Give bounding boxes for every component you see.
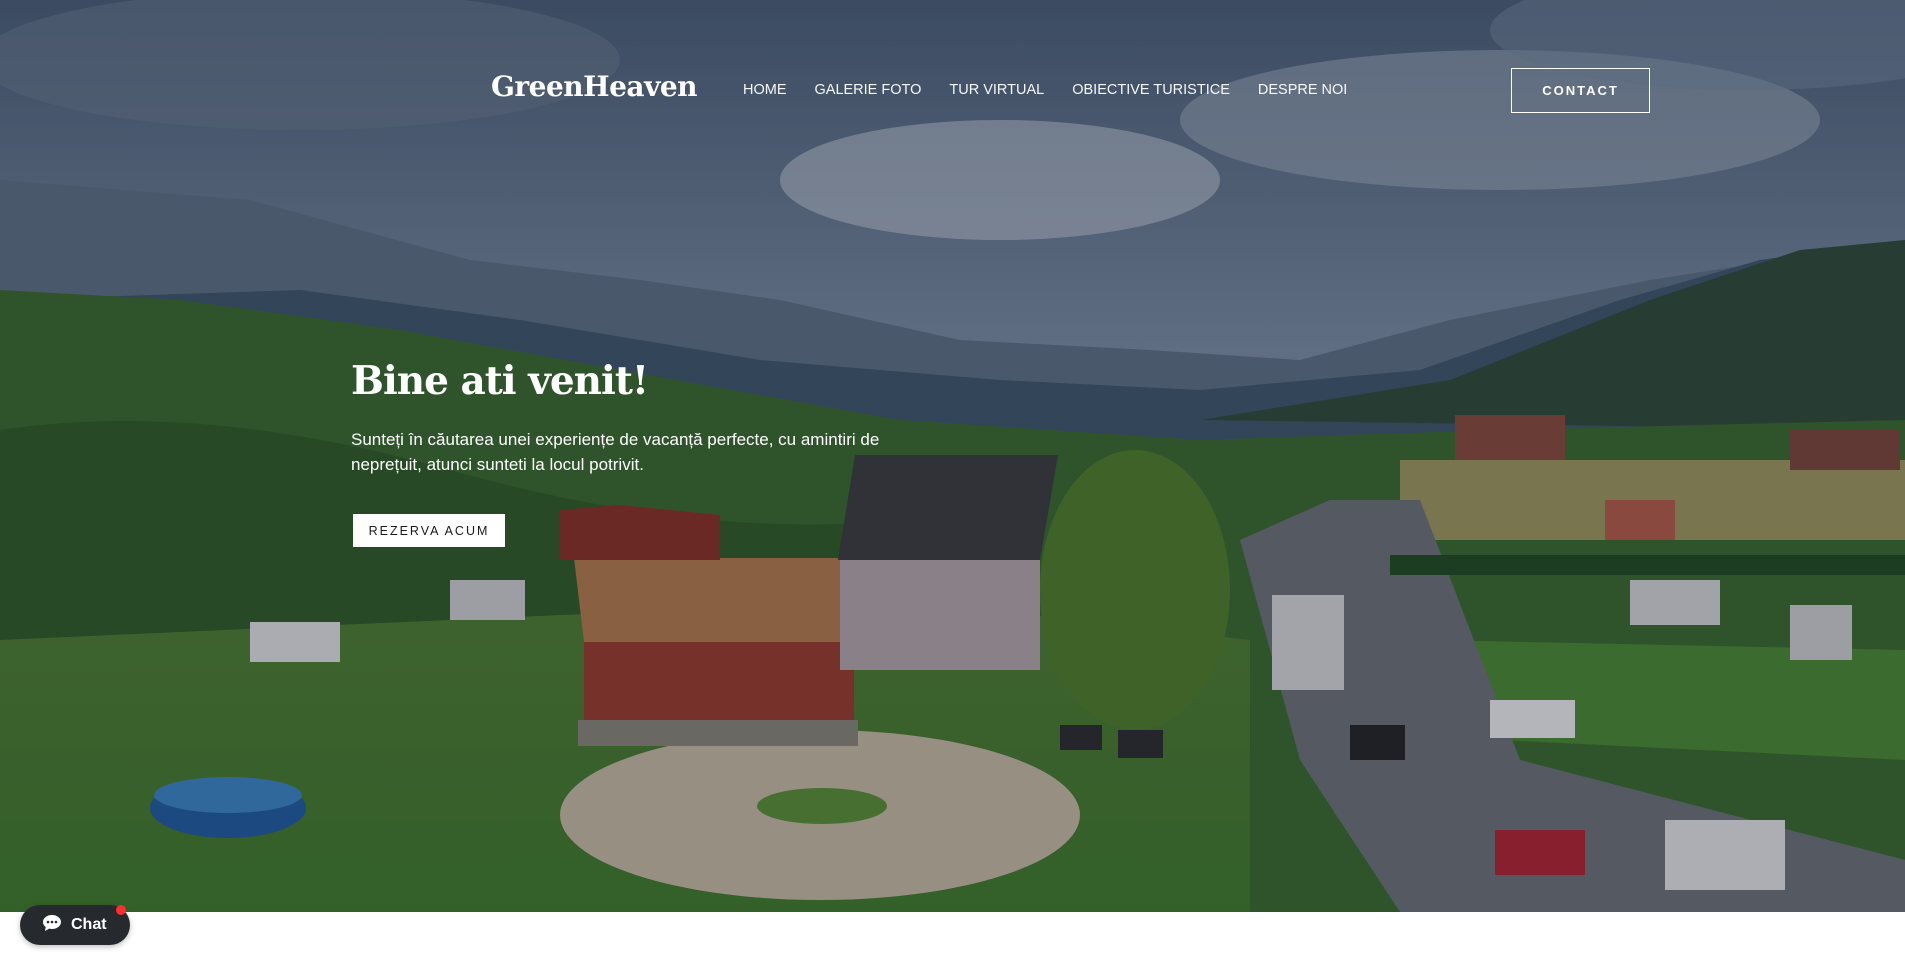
chat-notification-badge	[116, 905, 126, 915]
chat-label: Chat	[71, 916, 107, 933]
nav-item-galerie-foto[interactable]: GALERIE FOTO	[815, 82, 922, 98]
hero-title: Bine ati venit!	[351, 358, 649, 404]
main-navigation: HOME GALERIE FOTO TUR VIRTUAL OBIECTIVE …	[743, 82, 1347, 98]
chat-widget-button[interactable]: Chat	[20, 905, 130, 945]
hero-section	[0, 0, 1905, 912]
contact-button[interactable]: CONTACT	[1511, 68, 1650, 113]
site-logo[interactable]: GreenHeaven	[491, 70, 698, 103]
nav-item-despre-noi[interactable]: DESPRE NOI	[1258, 82, 1347, 98]
hero-dark-overlay	[0, 0, 1905, 912]
chat-bubble-icon	[42, 914, 62, 937]
nav-item-obiective-turistice[interactable]: OBIECTIVE TURISTICE	[1072, 82, 1230, 98]
nav-item-home[interactable]: HOME	[743, 82, 787, 98]
nav-item-tur-virtual[interactable]: TUR VIRTUAL	[949, 82, 1044, 98]
hero-subtitle: Sunteți în căutarea unei experiențe de v…	[351, 430, 880, 474]
book-now-button[interactable]: REZERVA ACUM	[353, 514, 505, 547]
